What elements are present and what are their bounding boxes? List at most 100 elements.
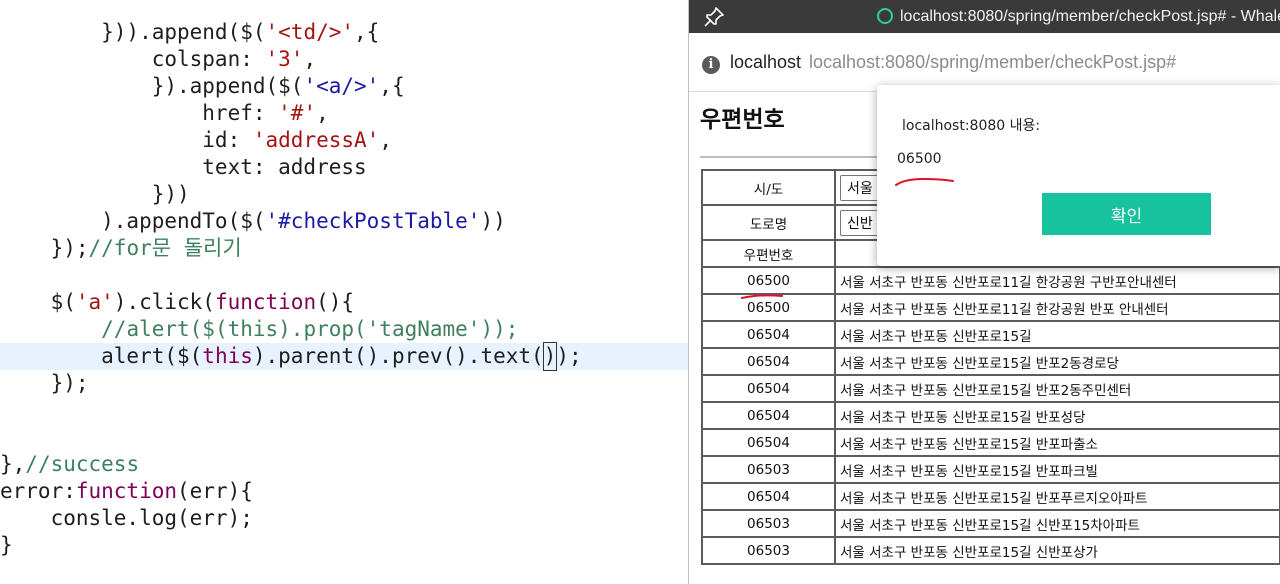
code-token: }: [0, 533, 13, 557]
address-cell: 서울 서초구 반포동 신반포로15길 반포파크빌: [834, 455, 1280, 484]
code-line[interactable]: error:function(err){: [0, 478, 688, 505]
code-token: '#checkPostTable': [265, 209, 481, 233]
code-line[interactable]: //alert($(this).prop('tagName'));: [0, 316, 688, 343]
code-token: '#': [278, 101, 317, 125]
address-url[interactable]: localhost:8080/spring/member/checkPost.j…: [809, 52, 1176, 73]
code-line[interactable]: });: [0, 370, 688, 397]
address-cell: 서울 서초구 반포동 신반포로15길 반포2동주민센터: [834, 374, 1280, 403]
address-cell: 서울 서초구 반포동 신반포로15길 반포파출소: [834, 428, 1280, 457]
zipcode-link[interactable]: 06500: [747, 273, 790, 289]
code-line[interactable]: [0, 262, 688, 289]
code-token: '<a/>': [303, 74, 380, 98]
zipcode-link[interactable]: 06503: [747, 543, 790, 559]
table-row: 06504 서울 서초구 반포동 신반포로15길: [701, 320, 1280, 349]
code-token: (){: [316, 290, 355, 314]
code-line[interactable]: });//for문 돌리기: [0, 235, 688, 262]
code-token: ,{: [354, 20, 380, 44]
address-cell: 서울 서초구 반포동 신반포로15길 신반포상가: [834, 536, 1280, 565]
code-line[interactable]: consle.log(err);: [0, 505, 688, 532]
code-token: })): [0, 182, 190, 206]
sido-select[interactable]: 서울: [840, 174, 880, 201]
code-line[interactable]: href: '#',: [0, 100, 688, 127]
page-title: 우편번호: [700, 107, 785, 133]
code-token: 'a': [75, 290, 114, 314]
code-line[interactable]: })): [0, 181, 688, 208]
zipcode-link[interactable]: 06504: [747, 381, 790, 397]
zipcode-link[interactable]: 06504: [747, 435, 790, 451]
code-line[interactable]: },//success: [0, 451, 688, 478]
code-token: ,: [316, 101, 329, 125]
code-token: },: [0, 452, 26, 476]
address-cell: 서울 서초구 반포동 신반포로15길 반포푸르지오아파트: [834, 482, 1280, 511]
sido-label: 시/도: [701, 169, 836, 206]
dialog-title: localhost:8080 내용:: [902, 118, 1041, 134]
table-row: 06503 서울 서초구 반포동 신반포로15길 신반포15차아파트: [701, 509, 1280, 538]
code-token: //alert($(this).prop('tagName'));: [101, 317, 519, 341]
code-line[interactable]: alert($(this).parent().prev().text());: [0, 342, 688, 371]
address-bar[interactable]: i localhost localhost:8080/spring/member…: [689, 33, 1280, 92]
code-line[interactable]: }).append($('<a/>',{: [0, 73, 688, 100]
code-token: ,: [303, 47, 317, 71]
code-token: function: [214, 290, 317, 314]
code-token: //success: [25, 452, 140, 476]
table-row: 06500 서울 서초구 반포동 신반포로11길 한강공원 반포 안내센터: [701, 293, 1280, 322]
code-line[interactable]: ).appendTo($('#checkPostTable')): [0, 208, 688, 235]
code-token: '3': [265, 47, 304, 71]
code-token: alert($(: [0, 344, 203, 368]
code-token: href:: [0, 101, 279, 125]
address-cell: 서울 서초구 반포동 신반포로15길 반포성당: [834, 401, 1280, 430]
zipcode-link[interactable]: 06504: [747, 408, 790, 424]
code-token: ,: [379, 128, 392, 152]
pin-icon[interactable]: [703, 6, 725, 28]
code-token: })).append($(: [0, 20, 266, 44]
zipcode-link[interactable]: 06504: [747, 327, 790, 343]
code-line[interactable]: })).append($('<td/>',{: [0, 19, 688, 46]
table-row: 06504 서울 서초구 반포동 신반포로15길 반포2동경로당: [701, 347, 1280, 376]
table-row: 06503 서울 서초구 반포동 신반포로15길 신반포상가: [701, 536, 1280, 565]
browser-titlebar: localhost:8080/spring/member/checkPost.j…: [689, 0, 1280, 33]
code-line[interactable]: [0, 424, 688, 451]
table-row: 06503 서울 서초구 반포동 신반포로15길 반포파크빌: [701, 455, 1280, 484]
address-cell: 서울 서초구 반포동 신반포로11길 한강공원 반포 안내센터: [834, 293, 1280, 322]
code-token: )): [480, 209, 506, 233]
code-editor[interactable]: })).append($('<td/>',{ colspan: '3', }).…: [0, 0, 688, 584]
road-input[interactable]: 신반: [840, 209, 880, 236]
code-token: //for문 돌리기: [88, 236, 242, 260]
code-token: function: [75, 479, 178, 503]
window-title: localhost:8080/spring/member/checkPost.j…: [900, 8, 1280, 25]
code-line[interactable]: $('a').click(function(){: [0, 289, 688, 316]
table-row: 06504 서울 서초구 반포동 신반포로15길 반포2동주민센터: [701, 374, 1280, 403]
code-line[interactable]: }: [0, 532, 688, 559]
table-row: 06504 서울 서초구 반포동 신반포로15길 반포파출소: [701, 428, 1280, 457]
code-token: this: [202, 344, 253, 368]
dialog-message: 06500: [897, 151, 942, 167]
code-token: ,{: [379, 74, 405, 98]
ok-button[interactable]: 확인: [1042, 193, 1211, 235]
zipcode-link[interactable]: 06500: [747, 300, 790, 316]
alert-dialog: localhost:8080 내용: 06500 확인: [877, 85, 1280, 266]
code-token: error:: [0, 479, 76, 503]
code-line[interactable]: colspan: '3',: [0, 46, 688, 73]
code-token: consle.log(err);: [0, 506, 253, 530]
code-token: ).appendTo($(: [0, 209, 266, 233]
code-token: $(: [0, 290, 76, 314]
table-row: 06504 서울 서초구 반포동 신반포로15길 반포성당: [701, 401, 1280, 430]
zipcode-link[interactable]: 06504: [747, 489, 790, 505]
code-line[interactable]: [0, 397, 688, 424]
zipcode-link[interactable]: 06503: [747, 516, 790, 532]
zipcode-link[interactable]: 06503: [747, 462, 790, 478]
info-icon[interactable]: i: [702, 56, 720, 74]
code-token: ).parent().prev().text(: [252, 344, 544, 368]
code-token: );: [556, 344, 582, 368]
code-token: '<td/>': [265, 20, 355, 44]
table-row: 06504 서울 서초구 반포동 신반포로15길 반포푸르지오아파트: [701, 482, 1280, 511]
secure-site-icon: [877, 8, 893, 24]
address-cell: 서울 서초구 반포동 신반포로15길 반포2동경로당: [834, 347, 1280, 376]
code-line[interactable]: id: 'addressA',: [0, 127, 688, 154]
code-line[interactable]: text: address: [0, 154, 688, 181]
zipcode-link[interactable]: 06504: [747, 354, 790, 370]
address-cell: 서울 서초구 반포동 신반포로15길 신반포15차아파트: [834, 509, 1280, 538]
address-cell: 서울 서초구 반포동 신반포로15길: [834, 320, 1280, 349]
code-token: colspan:: [0, 47, 266, 71]
